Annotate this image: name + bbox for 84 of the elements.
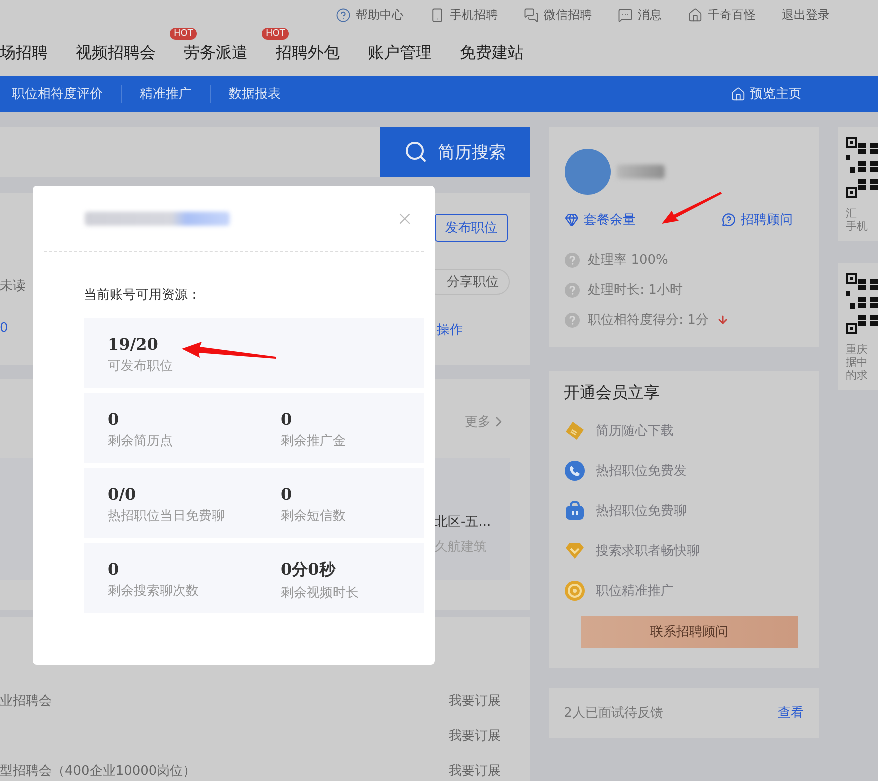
package-balance-link[interactable]: 套餐余量 — [565, 211, 636, 229]
nav-item[interactable]: 招聘外包 — [276, 42, 340, 64]
bag-icon — [564, 500, 586, 522]
qr-caption: 汇 — [846, 207, 858, 220]
gem-icon — [565, 213, 580, 227]
nav-item[interactable]: 免费建站 — [460, 42, 524, 64]
help-icon — [336, 8, 351, 22]
top-link[interactable]: 消息 — [618, 6, 662, 24]
action-link[interactable]: 操作 — [437, 321, 463, 339]
phone-bubble-icon — [564, 460, 586, 482]
resource-label: 剩余短信数 — [281, 508, 346, 525]
unread-label: 未读 — [0, 278, 26, 295]
resource-label: 剩余搜索聊次数 — [108, 583, 199, 600]
help-icon — [565, 252, 580, 268]
stat-text: 处理时长: 1小时 — [588, 282, 683, 299]
blurred-name — [617, 165, 666, 179]
top-link[interactable]: 退出登录 — [782, 6, 830, 24]
resource-value: 0/0 — [108, 485, 136, 504]
qr-caption: 的求 — [846, 369, 869, 382]
resource-value: 19/20 — [108, 335, 158, 354]
preview-link[interactable]: 预览主页 — [731, 85, 802, 103]
help-icon — [565, 312, 580, 328]
nav-item[interactable]: 场招聘 — [0, 42, 48, 64]
perk-text: 热招职位免费聊 — [596, 503, 688, 520]
resource-label: 剩余推广金 — [281, 433, 346, 450]
top-link[interactable]: 微信招聘 — [524, 6, 592, 24]
membership-title: 开通会员立享 — [564, 383, 662, 404]
resource-label: 可发布职位 — [108, 358, 173, 375]
home-icon — [688, 8, 703, 22]
search-icon — [404, 140, 428, 164]
fair-name: 业招聘会 — [0, 692, 52, 710]
resources-heading: 当前账号可用资源： — [84, 287, 202, 304]
annotation-arrow — [662, 192, 722, 224]
resume-search-button[interactable]: 简历搜索 — [380, 127, 530, 177]
resource-value: 0分0秒 — [281, 560, 336, 581]
qr-caption: 据中 — [846, 356, 869, 369]
resource-value: 0 — [108, 560, 120, 579]
ticket-icon — [564, 420, 586, 442]
search-field[interactable] — [0, 127, 380, 177]
perk-text: 搜索求职者畅快聊 — [596, 543, 700, 560]
qr-caption: 手机 — [846, 220, 869, 233]
fair-name: 型招聘会（400企业10000岗位） — [0, 762, 196, 780]
book-booth-link[interactable]: 我要订展 — [449, 726, 502, 744]
help-bubble-icon — [722, 213, 736, 227]
sub-nav-item[interactable]: 数据报表 — [210, 85, 299, 103]
top-link[interactable]: 手机招聘 — [430, 6, 498, 24]
count-link[interactable]: 0 — [0, 321, 8, 336]
publish-job-button[interactable]: 发布职位 — [435, 214, 508, 242]
resource-label: 热招职位当日免费聊 — [108, 508, 225, 525]
hot-badge: HOT — [170, 28, 198, 40]
nav-item[interactable]: 视频招聘会 — [76, 42, 156, 64]
contact-advisor-button[interactable]: 联系招聘顾问 — [581, 616, 798, 648]
resource-value: 0 — [108, 410, 120, 429]
feedback-text: 2人已面试待反馈 — [564, 705, 664, 722]
nav-item[interactable]: 账户管理 — [368, 42, 432, 64]
resource-label: 剩余视频时长 — [281, 585, 359, 602]
top-link[interactable]: 千奇百怪 — [688, 6, 756, 24]
resource-value: 0 — [281, 410, 292, 429]
resource-label: 剩余简历点 — [108, 433, 173, 450]
book-booth-link[interactable]: 我要订展 — [449, 692, 502, 710]
sub-nav-item[interactable]: 职位相符度评价 — [12, 85, 121, 103]
book-booth-link[interactable]: 我要订展 — [449, 762, 502, 780]
top-link[interactable]: 帮助中心 — [336, 6, 404, 24]
more-link[interactable]: 更多 — [465, 413, 507, 431]
view-link[interactable]: 查看 — [778, 704, 804, 722]
help-icon — [565, 282, 580, 298]
stat-text: 处理率 100% — [588, 252, 668, 269]
resource-value: 0 — [281, 485, 292, 504]
home-icon — [731, 86, 746, 102]
message-icon — [618, 8, 633, 22]
avatar — [565, 149, 612, 195]
sub-nav-item[interactable]: 精准推广 — [121, 85, 210, 103]
hot-badge: HOT — [262, 28, 290, 40]
phone-icon — [430, 8, 445, 22]
nav-item[interactable]: 劳务派遣 — [184, 42, 248, 64]
target-icon — [564, 580, 586, 602]
perk-text: 热招职位免费发 — [596, 463, 688, 480]
job-location: 北区-五... — [435, 514, 492, 531]
qr-caption: 重庆 — [846, 343, 869, 356]
chat-icon — [524, 8, 539, 22]
advisor-link[interactable]: 招聘顾问 — [722, 211, 793, 229]
perk-text: 简历随心下载 — [596, 423, 674, 440]
stat-text: 职位相符度得分: 1分 — [588, 312, 709, 329]
perk-text: 职位精准推广 — [596, 583, 674, 600]
